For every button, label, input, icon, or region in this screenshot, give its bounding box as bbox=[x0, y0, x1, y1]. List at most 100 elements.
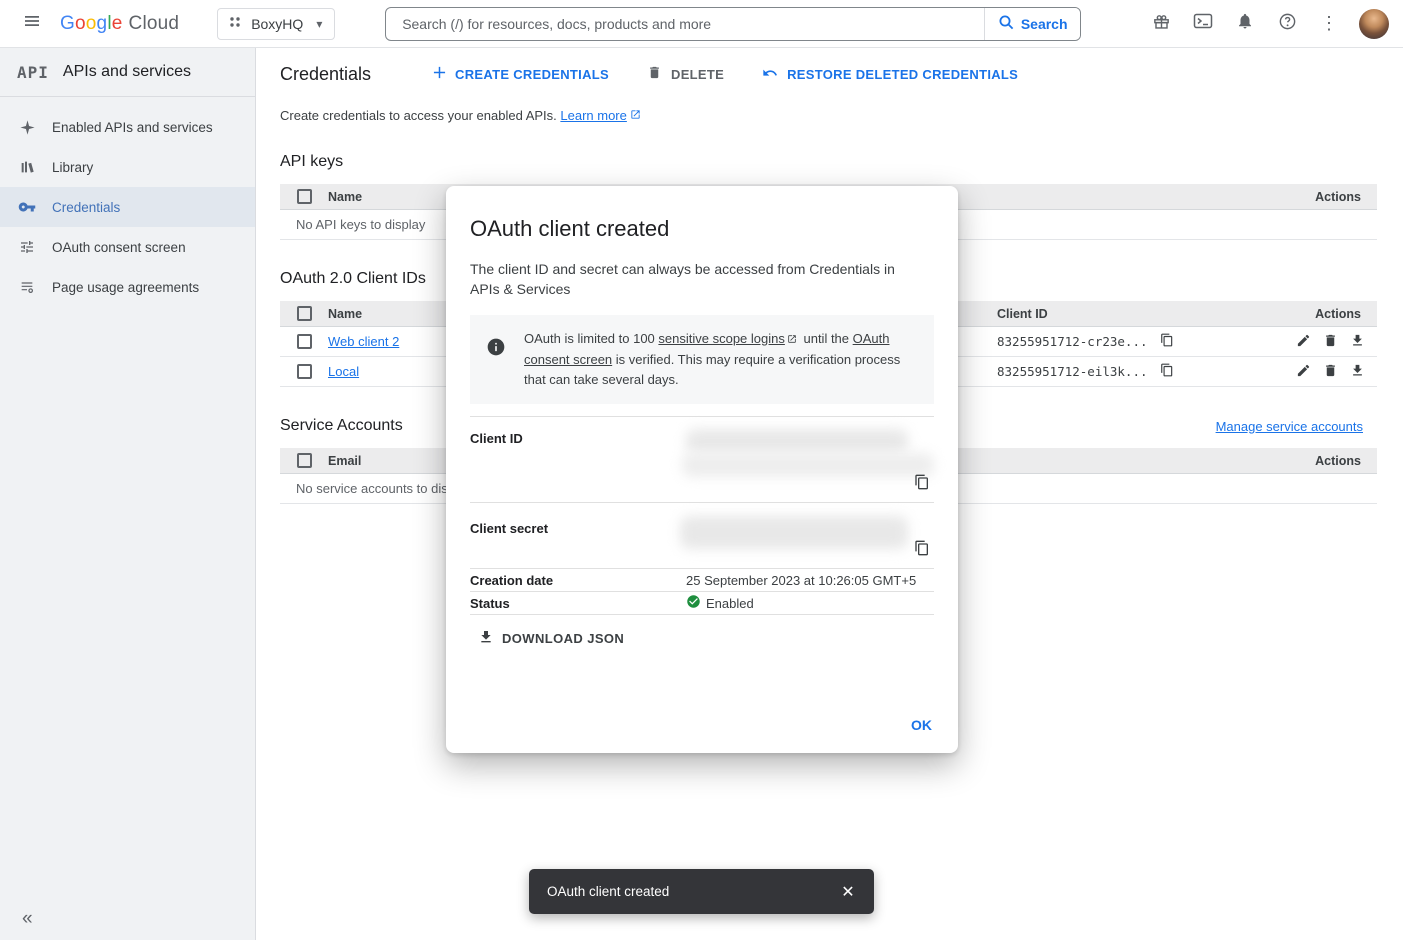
delete-client-button[interactable] bbox=[1318, 330, 1342, 354]
download-client-button[interactable] bbox=[1345, 330, 1369, 354]
intro-text: Create credentials to access your enable… bbox=[256, 98, 1403, 123]
notifications-button[interactable] bbox=[1225, 4, 1265, 44]
dialog-title: OAuth client created bbox=[470, 216, 934, 242]
logo-letter: o bbox=[75, 13, 86, 35]
edit-client-button[interactable] bbox=[1291, 330, 1315, 354]
creation-date-label: Creation date bbox=[470, 573, 686, 588]
sidebar-title: APIs and services bbox=[63, 63, 191, 81]
page-title: Credentials bbox=[280, 64, 371, 85]
trash-icon bbox=[1323, 333, 1338, 351]
menu-button[interactable] bbox=[12, 4, 52, 44]
project-selector[interactable]: BoxyHQ ▾ bbox=[217, 8, 335, 40]
copy-client-secret-button[interactable] bbox=[910, 537, 934, 561]
project-icon bbox=[228, 15, 242, 32]
restore-label: RESTORE DELETED CREDENTIALS bbox=[787, 67, 1018, 82]
column-client-id: Client ID bbox=[997, 307, 1257, 321]
client-id-row: Client ID bbox=[470, 417, 934, 503]
row-checkbox[interactable] bbox=[297, 364, 312, 379]
client-id-value: 83255951712-eil3k... bbox=[997, 364, 1148, 379]
ok-button[interactable]: OK bbox=[911, 717, 932, 733]
oauth-client-created-dialog: OAuth client created The client ID and s… bbox=[446, 186, 958, 753]
sidebar-item-oauth-consent-screen[interactable]: OAuth consent screen bbox=[0, 227, 255, 267]
select-all-checkbox[interactable] bbox=[297, 306, 312, 321]
client-secret-label: Client secret bbox=[470, 503, 686, 536]
sidebar-item-page-usage-agreements[interactable]: Page usage agreements bbox=[0, 267, 255, 307]
sidebar-item-library[interactable]: Library bbox=[0, 147, 255, 187]
document-gear-icon bbox=[17, 279, 37, 295]
intro-sentence: Create credentials to access your enable… bbox=[280, 108, 557, 123]
notice-text: OAuth is limited to 100 sensitive scope … bbox=[524, 329, 918, 390]
download-json-label: DOWNLOAD JSON bbox=[502, 631, 624, 646]
learn-more-link[interactable]: Learn more bbox=[560, 108, 640, 123]
download-icon bbox=[1350, 333, 1365, 351]
logo-letter: o bbox=[86, 13, 97, 35]
create-credentials-button[interactable]: CREATE CREDENTIALS bbox=[429, 60, 613, 88]
row-checkbox[interactable] bbox=[297, 334, 312, 349]
sidebar: API APIs and services Enabled APIs and s… bbox=[0, 48, 256, 940]
column-actions: Actions bbox=[1257, 190, 1377, 204]
close-icon[interactable]: ✕ bbox=[832, 876, 864, 908]
status-row: Status Enabled bbox=[470, 592, 934, 615]
copy-icon bbox=[914, 474, 930, 493]
copy-client-id-button[interactable] bbox=[1155, 330, 1179, 354]
delete-client-button[interactable] bbox=[1318, 360, 1342, 384]
sidebar-item-label: Credentials bbox=[52, 200, 120, 215]
download-json-button[interactable]: DOWNLOAD JSON bbox=[478, 629, 624, 648]
credential-fields: Client ID Client secret Creation date 25… bbox=[470, 416, 934, 615]
manage-service-accounts-link[interactable]: Manage service accounts bbox=[1216, 419, 1363, 434]
search-button[interactable]: Search bbox=[984, 8, 1080, 40]
page-header: Credentials CREATE CREDENTIALS DELETE RE… bbox=[256, 50, 1403, 98]
oauth-client-link[interactable]: Local bbox=[328, 364, 359, 379]
status-label: Status bbox=[470, 596, 686, 611]
oauth-limit-notice: OAuth is limited to 100 sensitive scope … bbox=[470, 315, 934, 404]
plus-icon bbox=[433, 66, 446, 82]
delete-label: DELETE bbox=[671, 67, 724, 82]
sidebar-item-credentials[interactable]: Credentials bbox=[0, 187, 255, 227]
sidebar-item-label: OAuth consent screen bbox=[52, 240, 186, 255]
api-logo: API bbox=[17, 63, 49, 82]
collapse-sidebar-button[interactable]: « bbox=[22, 908, 33, 930]
info-icon bbox=[486, 329, 506, 390]
delete-button[interactable]: DELETE bbox=[643, 59, 728, 89]
restore-deleted-credentials-button[interactable]: RESTORE DELETED CREDENTIALS bbox=[758, 59, 1022, 90]
edit-client-button[interactable] bbox=[1291, 360, 1315, 384]
select-all-checkbox[interactable] bbox=[297, 189, 312, 204]
undo-icon bbox=[762, 65, 778, 84]
hamburger-icon bbox=[23, 12, 41, 35]
copy-icon bbox=[1160, 333, 1174, 350]
download-client-button[interactable] bbox=[1345, 360, 1369, 384]
google-cloud-logo[interactable]: Google Cloud bbox=[60, 13, 179, 35]
sidebar-item-enabled-apis[interactable]: Enabled APIs and services bbox=[0, 107, 255, 147]
oauth-client-link[interactable]: Web client 2 bbox=[328, 334, 399, 349]
status-text: Enabled bbox=[706, 596, 754, 611]
gift-icon bbox=[1152, 12, 1171, 36]
api-keys-heading: API keys bbox=[256, 153, 1403, 171]
sidebar-item-label: Enabled APIs and services bbox=[52, 120, 213, 135]
notice-mid: until the bbox=[800, 331, 853, 346]
caret-down-icon: ▾ bbox=[316, 17, 322, 31]
client-secret-row: Client secret bbox=[470, 503, 934, 569]
sidebar-item-label: Library bbox=[52, 160, 93, 175]
pencil-icon bbox=[1296, 363, 1311, 381]
external-link-icon bbox=[787, 330, 797, 350]
copy-client-id-button[interactable] bbox=[910, 471, 934, 495]
copy-client-id-button[interactable] bbox=[1155, 360, 1179, 384]
search-input[interactable] bbox=[386, 8, 984, 40]
client-id-value: 83255951712-cr23e... bbox=[997, 334, 1148, 349]
help-button[interactable] bbox=[1267, 4, 1307, 44]
tune-icon bbox=[17, 239, 37, 255]
logo-suffix: Cloud bbox=[129, 13, 180, 35]
search-button-label: Search bbox=[1021, 16, 1068, 32]
cloud-shell-button[interactable] bbox=[1183, 4, 1223, 44]
free-trial-gift-button[interactable] bbox=[1141, 4, 1181, 44]
column-actions: Actions bbox=[1257, 454, 1377, 468]
more-vert-icon: ⋮ bbox=[1320, 13, 1338, 34]
select-all-checkbox[interactable] bbox=[297, 453, 312, 468]
logo-letter: G bbox=[60, 13, 75, 35]
avatar[interactable] bbox=[1359, 9, 1389, 39]
help-icon bbox=[1278, 12, 1297, 36]
sensitive-scope-logins-link[interactable]: sensitive scope logins bbox=[658, 331, 784, 346]
search-bar: Search bbox=[385, 7, 1081, 41]
bell-icon bbox=[1236, 12, 1254, 35]
more-options-button[interactable]: ⋮ bbox=[1309, 4, 1349, 44]
